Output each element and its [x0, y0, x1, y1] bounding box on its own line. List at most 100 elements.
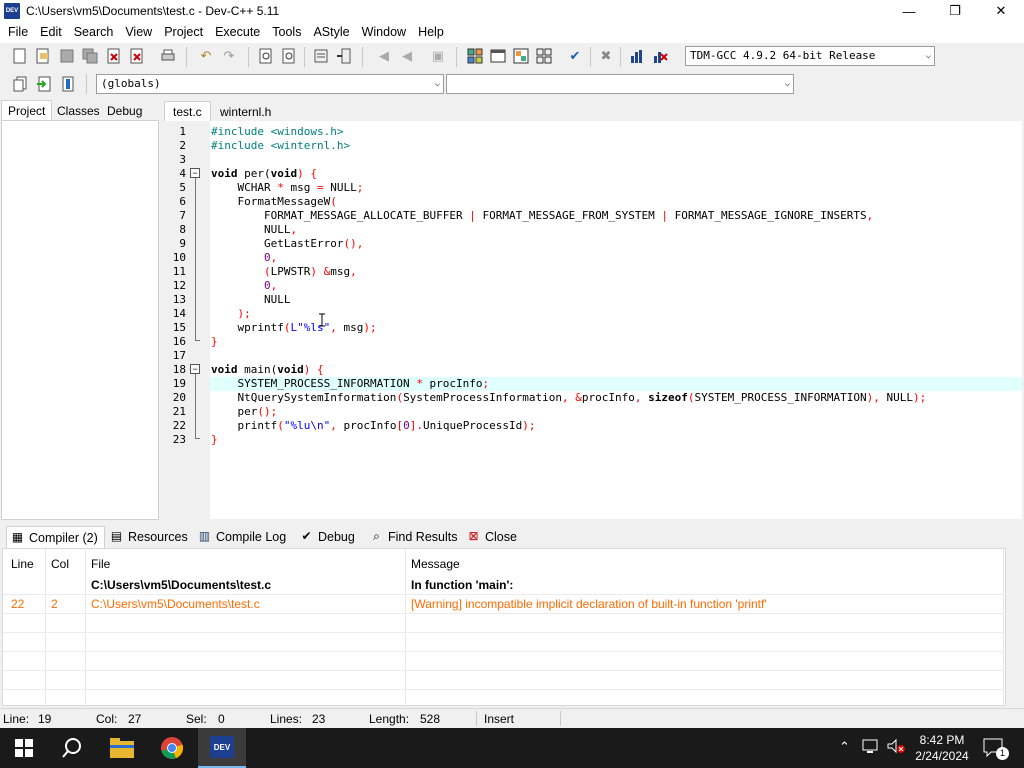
- find-results-icon: ⌕: [373, 529, 380, 543]
- print-icon[interactable]: [158, 46, 178, 66]
- menu-file[interactable]: File: [2, 22, 34, 43]
- ibeam-cursor-icon: [318, 313, 326, 327]
- start-button[interactable]: [0, 728, 48, 768]
- title-bar: DEV C:\Users\vm5\Documents\test.c - Dev-…: [0, 0, 1024, 22]
- insert-icon[interactable]: [10, 74, 30, 94]
- menu-tools[interactable]: Tools: [266, 22, 307, 43]
- scope-select-value: (globals): [101, 77, 161, 90]
- minimize-button[interactable]: —: [886, 0, 932, 22]
- check-syntax-icon[interactable]: ✔: [565, 46, 585, 66]
- menu-execute[interactable]: Execute: [209, 22, 266, 43]
- close-all-icon[interactable]: [127, 46, 147, 66]
- tab-resources-label: Resources: [128, 530, 188, 544]
- tab-find-results[interactable]: ⌕ Find Results: [366, 526, 457, 548]
- menu-astyle[interactable]: AStyle: [307, 22, 355, 43]
- close-button[interactable]: ✕: [978, 0, 1024, 22]
- toggle-bookmark-icon[interactable]: [334, 46, 354, 66]
- restore-button[interactable]: ❐: [932, 0, 978, 22]
- editor-tab-test-c[interactable]: test.c: [164, 101, 211, 121]
- column-header-col[interactable]: Col: [51, 557, 69, 571]
- stop-execution-icon[interactable]: ✖: [596, 46, 616, 66]
- fold-collapse-icon[interactable]: −: [190, 364, 200, 374]
- tab-compile-log[interactable]: ▥ Compile Log: [194, 526, 286, 548]
- tab-compiler[interactable]: ▦ Compiler (2): [6, 526, 105, 548]
- compiler-select[interactable]: TDM-GCC 4.9.2 64-bit Release ⌵: [685, 46, 935, 66]
- scope-select[interactable]: (globals) ⌵: [96, 74, 444, 94]
- tab-project[interactable]: Project: [1, 100, 53, 120]
- table-row-message[interactable]: In function 'main':: [411, 578, 513, 592]
- code-line: FormatMessageW(: [211, 195, 337, 208]
- tile-windows-icon[interactable]: [465, 46, 485, 66]
- table-row-file[interactable]: C:\Users\vm5\Documents\test.c: [91, 597, 260, 611]
- file-explorer-button[interactable]: [98, 728, 146, 768]
- chevron-down-icon: ⌵: [784, 79, 790, 89]
- tab-debug[interactable]: Debug: [101, 101, 148, 121]
- fold-guide: [195, 374, 196, 438]
- indent-left-icon[interactable]: ◀: [374, 46, 394, 66]
- fold-guide-end: [195, 340, 200, 341]
- function-select[interactable]: ⌵: [446, 74, 794, 94]
- compile-icon[interactable]: [511, 46, 531, 66]
- menu-view[interactable]: View: [119, 22, 158, 43]
- tab-find-results-label: Find Results: [388, 530, 458, 544]
- status-lines-label: Lines:: [270, 712, 303, 726]
- save-all-icon[interactable]: [80, 46, 100, 66]
- column-header-line[interactable]: Line: [11, 557, 34, 571]
- new-file-icon[interactable]: [10, 46, 30, 66]
- profile-chart-icon[interactable]: [627, 46, 647, 66]
- table-row-col[interactable]: 2: [51, 597, 58, 611]
- code-line: WCHAR * msg = NULL;: [211, 181, 364, 194]
- menu-window[interactable]: Window: [356, 22, 412, 43]
- debug-check-icon: ✔: [301, 529, 312, 543]
- status-col-value: 27: [128, 712, 142, 726]
- tab-debug-output[interactable]: ✔ Debug: [296, 526, 354, 548]
- menu-project[interactable]: Project: [158, 22, 209, 43]
- grid-icon[interactable]: [534, 46, 554, 66]
- code-line: }: [211, 335, 218, 348]
- project-tree[interactable]: [1, 120, 159, 520]
- redo-icon[interactable]: ↷: [219, 46, 239, 66]
- tab-resources[interactable]: ▤ Resources: [106, 526, 188, 548]
- table-row-file[interactable]: C:\Users\vm5\Documents\test.c: [91, 578, 271, 592]
- devcpp-taskbar-button[interactable]: DEV: [198, 728, 246, 768]
- indent-right-icon[interactable]: ◀: [397, 46, 417, 66]
- code-editor[interactable]: 1 2 3 4 5 6 7 8 9 10 11 12 13 14 15 16 1…: [164, 121, 1022, 519]
- tab-classes[interactable]: Classes: [51, 101, 106, 121]
- show-hidden-icons-chevron-up-icon[interactable]: ⌃: [839, 739, 850, 755]
- volume-muted-icon[interactable]: [886, 738, 906, 757]
- undo-icon[interactable]: ↶: [196, 46, 216, 66]
- save-icon[interactable]: [57, 46, 77, 66]
- line-number: 20: [172, 391, 186, 404]
- goto-line-icon[interactable]: [311, 46, 331, 66]
- column-header-file[interactable]: File: [91, 557, 110, 571]
- table-row-line[interactable]: 22: [11, 597, 24, 611]
- tab-close[interactable]: ⊠ Close: [463, 526, 517, 548]
- menu-help[interactable]: Help: [412, 22, 450, 43]
- editor-tab-winternl-h[interactable]: winternl.h: [214, 102, 277, 122]
- fullscreen-icon[interactable]: [488, 46, 508, 66]
- open-project-icon[interactable]: [33, 46, 53, 66]
- find-icon[interactable]: [256, 46, 276, 66]
- windows-logo-icon: [15, 739, 33, 757]
- line-number: 15: [172, 321, 186, 334]
- status-insert-mode: Insert: [484, 712, 515, 726]
- menu-edit[interactable]: Edit: [34, 22, 68, 43]
- close-file-icon[interactable]: [104, 46, 124, 66]
- clock-date[interactable]: 2/24/2024: [912, 749, 972, 763]
- network-icon[interactable]: [862, 738, 880, 757]
- notification-count-badge: 1: [996, 747, 1009, 760]
- add-to-project-icon[interactable]: [58, 74, 78, 94]
- clock-time[interactable]: 8:42 PM: [917, 733, 967, 747]
- comment-icon[interactable]: ▣: [428, 46, 448, 66]
- menu-search[interactable]: Search: [68, 22, 120, 43]
- table-row-message[interactable]: [Warning] incompatible implicit declarat…: [411, 597, 767, 611]
- replace-icon[interactable]: [279, 46, 299, 66]
- search-button[interactable]: [48, 728, 96, 768]
- chrome-button[interactable]: [148, 728, 196, 768]
- fold-collapse-icon[interactable]: −: [190, 168, 200, 178]
- goto-icon[interactable]: [34, 74, 54, 94]
- status-lines-value: 23: [312, 712, 326, 726]
- compiler-results-table[interactable]: Line Col File Message C:\Users\vm5\Docum…: [2, 548, 1007, 707]
- column-header-message[interactable]: Message: [411, 557, 460, 571]
- delete-profile-icon[interactable]: [650, 46, 670, 66]
